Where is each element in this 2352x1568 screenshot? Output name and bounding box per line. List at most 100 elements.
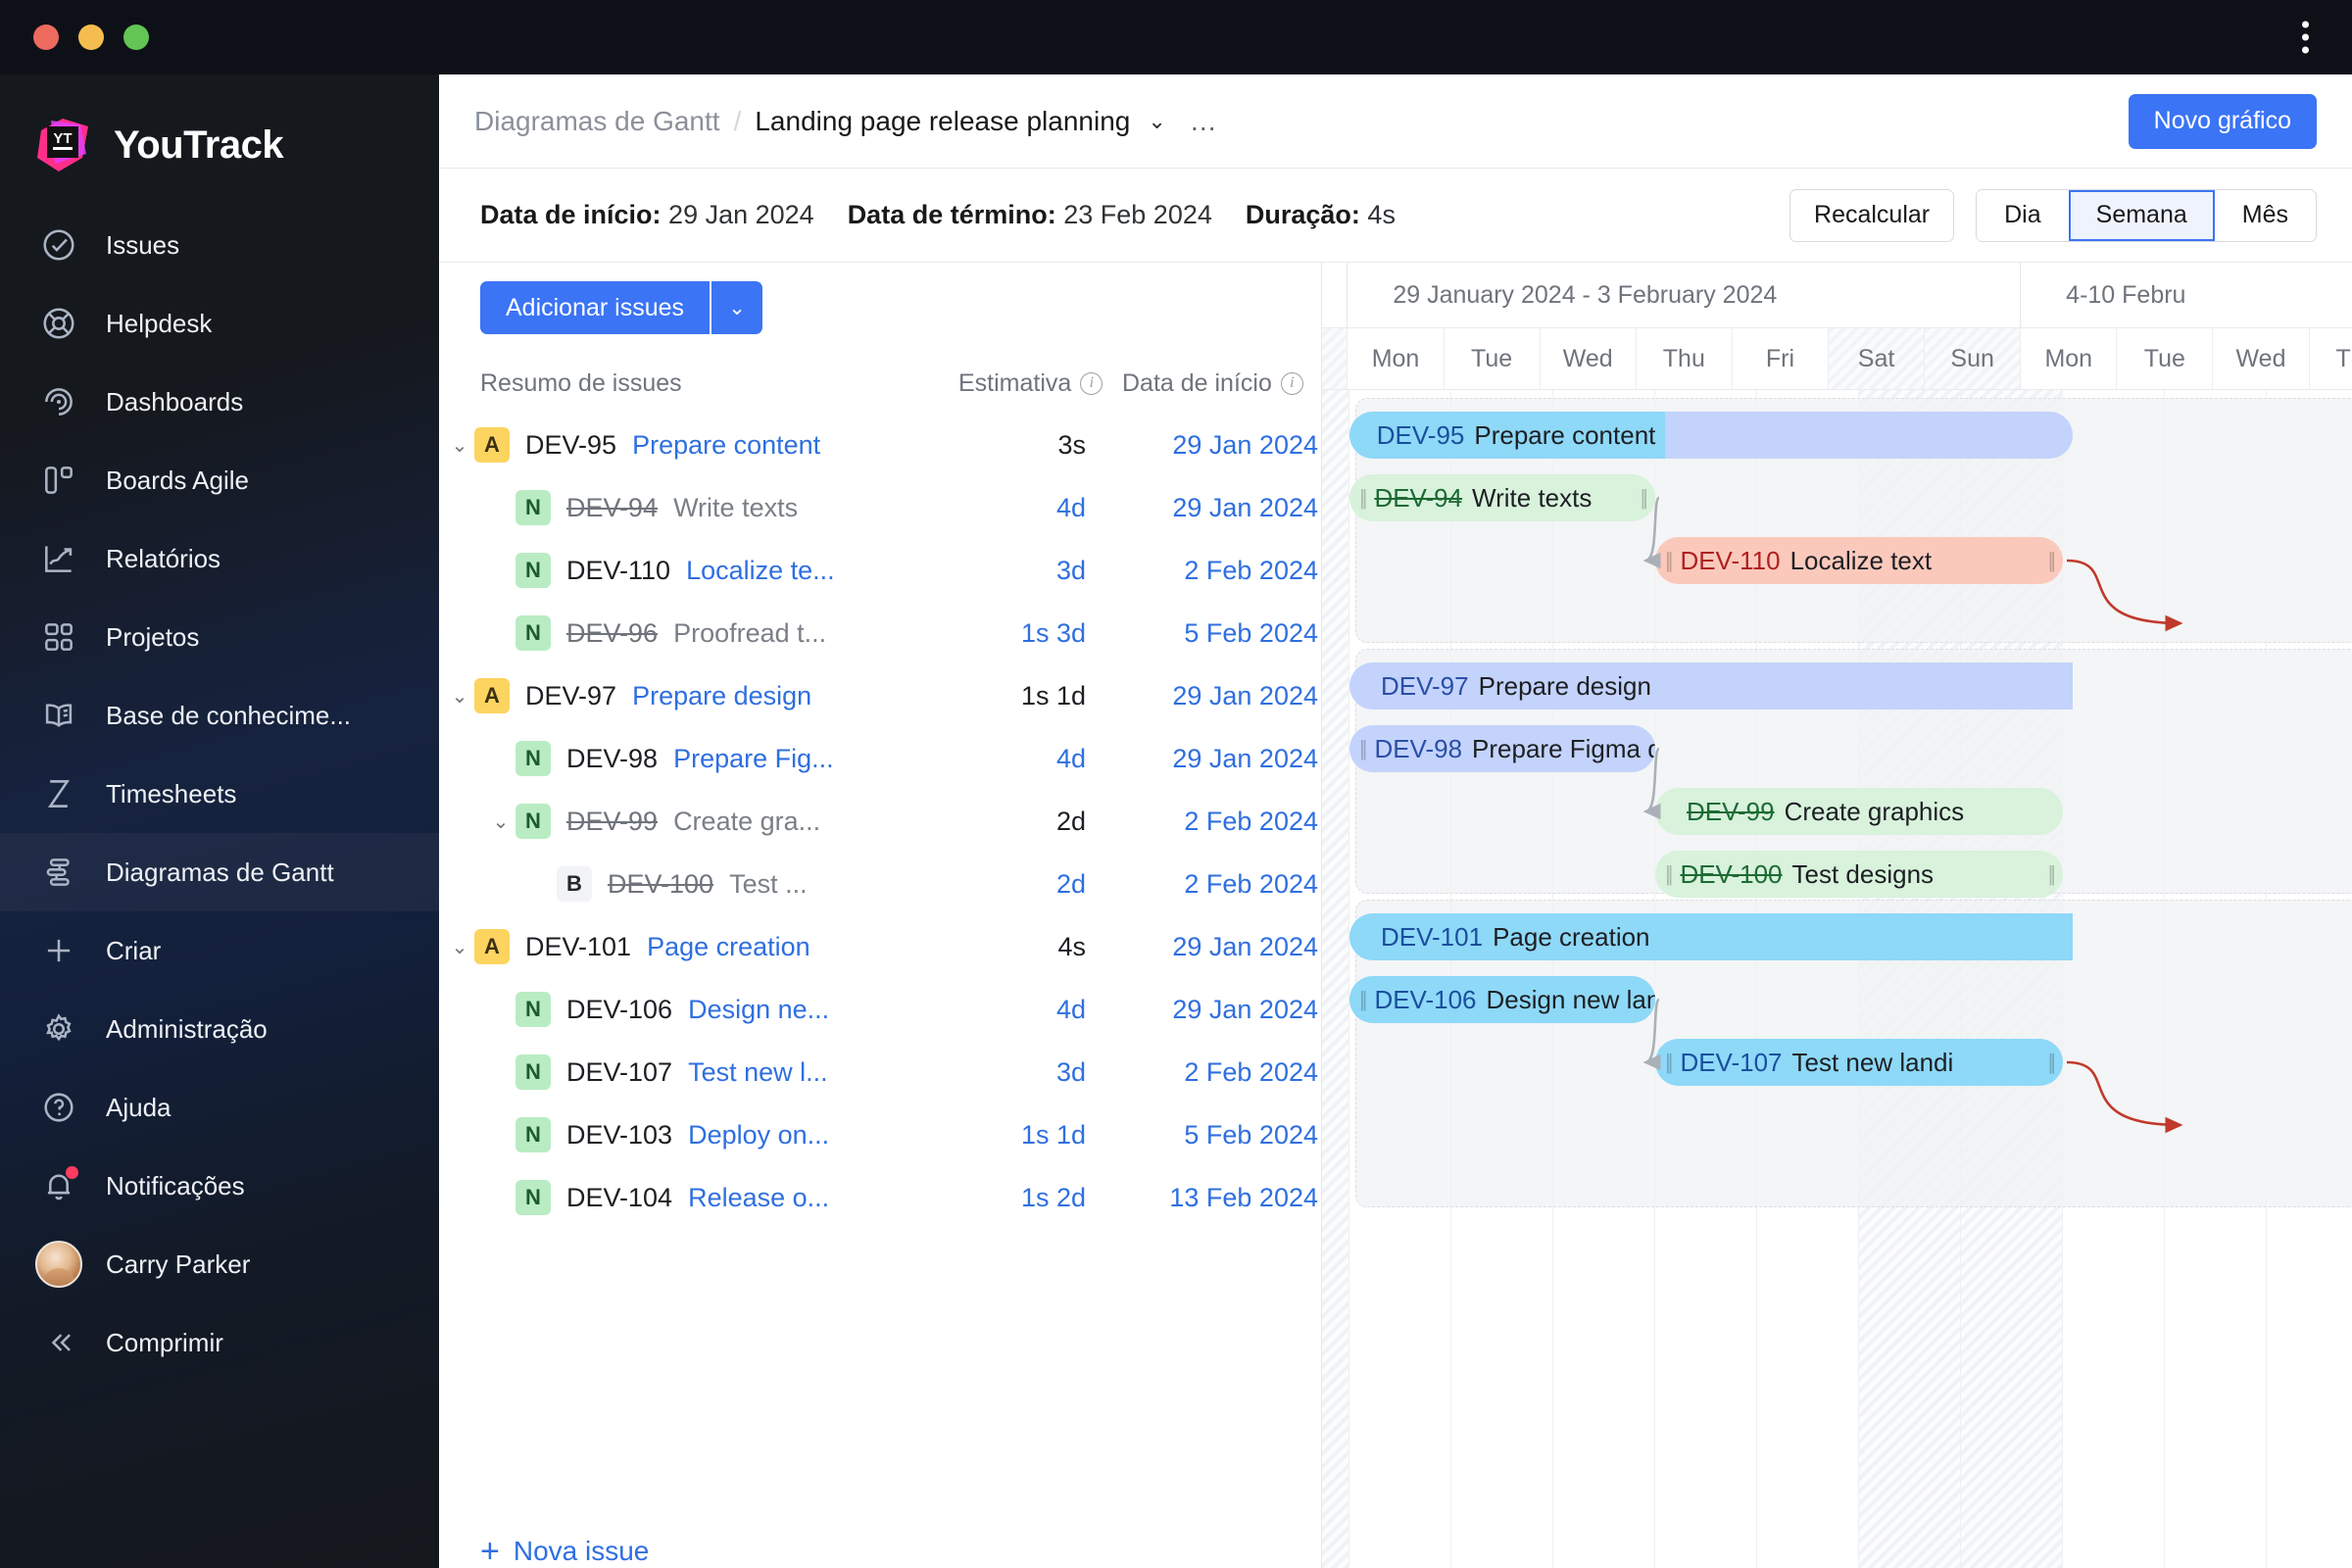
pane-divider[interactable]: [1321, 263, 1322, 1568]
gantt-bar[interactable]: ||DEV-98Prepare Figma dr...||: [1349, 725, 1655, 772]
minimize-window-button[interactable]: [78, 24, 104, 50]
issue-id[interactable]: DEV-97: [525, 681, 616, 711]
issue-id[interactable]: DEV-98: [566, 744, 658, 774]
sidebar-item-comprimir[interactable]: Comprimir: [0, 1303, 439, 1382]
table-row[interactable]: N DEV-98 Prepare Fig... 4d 29 Jan 2024: [439, 727, 1321, 790]
issue-start-date[interactable]: 29 Jan 2024: [1122, 744, 1318, 774]
issue-start-date[interactable]: 5 Feb 2024: [1122, 1120, 1318, 1151]
table-row[interactable]: ⌄ N DEV-99 Create gra... 2d 2 Feb 2024: [439, 790, 1321, 853]
sidebar-item-timesheets[interactable]: Timesheets: [0, 755, 439, 833]
issue-summary[interactable]: Release o...: [688, 1183, 829, 1213]
issue-id[interactable]: DEV-96: [566, 618, 658, 649]
page-title[interactable]: Landing page release planning: [755, 106, 1130, 137]
issue-start-date[interactable]: 2 Feb 2024: [1122, 869, 1318, 900]
issue-id[interactable]: DEV-95: [525, 430, 616, 461]
add-issues-button[interactable]: Adicionar issues: [480, 281, 710, 334]
sidebar-item-dashboards[interactable]: Dashboards: [0, 363, 439, 441]
new-issue-button[interactable]: + Nova issue: [480, 1535, 1321, 1568]
table-row[interactable]: ⌄ A DEV-95 Prepare content 3s 29 Jan 2024: [439, 414, 1321, 476]
issue-start-date[interactable]: 2 Feb 2024: [1122, 807, 1318, 837]
sidebar-item-administracao[interactable]: Administração: [0, 990, 439, 1068]
gantt-bar[interactable]: DEV-101 Page creation: [1349, 913, 2074, 960]
table-row[interactable]: N DEV-106 Design ne... 4d 29 Jan 2024: [439, 978, 1321, 1041]
table-row[interactable]: N DEV-107 Test new l... 3d 2 Feb 2024: [439, 1041, 1321, 1103]
gantt-bar-resize-handle[interactable]: ||: [1665, 548, 1674, 573]
gantt-chart-pane[interactable]: 29 January 2024 - 3 February 2024 4-10 Fe…: [1321, 263, 2352, 1568]
issue-start-date[interactable]: 29 Jan 2024: [1122, 681, 1318, 711]
table-row[interactable]: ⌄ A DEV-101 Page creation 4s 29 Jan 2024: [439, 915, 1321, 978]
timescale-option-mes[interactable]: Mês: [2214, 189, 2316, 241]
issue-estimate[interactable]: 2d: [958, 869, 1086, 900]
issue-start-date[interactable]: 29 Jan 2024: [1122, 430, 1318, 461]
gantt-bar-resize-handle[interactable]: ||: [2048, 1050, 2057, 1075]
issue-estimate[interactable]: 3d: [958, 556, 1086, 586]
gantt-bar-resize-handle[interactable]: ||: [2048, 548, 2057, 573]
issue-start-date[interactable]: 5 Feb 2024: [1122, 618, 1318, 649]
gantt-bar[interactable]: DEV-97 Prepare design: [1349, 662, 2074, 710]
gantt-bar[interactable]: || DEV-100 Test designs ||: [1655, 851, 2063, 898]
sidebar-item-issues[interactable]: Issues: [0, 206, 439, 284]
gantt-bar-resize-handle[interactable]: ||: [1359, 485, 1368, 511]
issue-summary[interactable]: Prepare design: [632, 681, 811, 711]
issue-estimate[interactable]: 1s 3d: [958, 618, 1086, 649]
gantt-bar[interactable]: DEV-95 Prepare content: [1349, 412, 1666, 459]
info-icon[interactable]: i: [1280, 371, 1303, 395]
table-row[interactable]: B DEV-100 Test ... 2d 2 Feb 2024: [439, 853, 1321, 915]
issue-id[interactable]: DEV-103: [566, 1120, 672, 1151]
sidebar-item-notificacoes[interactable]: Notificações: [0, 1147, 439, 1225]
issue-estimate[interactable]: 4s: [958, 932, 1086, 962]
gantt-bar-resize-handle[interactable]: ||: [1359, 987, 1368, 1012]
sidebar-item-base-de-conhecimento[interactable]: Base de conhecime...: [0, 676, 439, 755]
gantt-bar[interactable]: || DEV-94 Write texts ||: [1349, 474, 1655, 521]
sidebar-item-relatorios[interactable]: Relatórios: [0, 519, 439, 598]
issue-summary[interactable]: Localize te...: [686, 556, 835, 586]
sidebar-item-criar[interactable]: Criar: [0, 911, 439, 990]
sidebar-item-boards-agile[interactable]: Boards Agile: [0, 441, 439, 519]
issue-estimate[interactable]: 4d: [958, 995, 1086, 1025]
gantt-bar[interactable]: || DEV-110 Localize text ||: [1655, 537, 2063, 584]
issue-estimate[interactable]: 1s 1d: [958, 1120, 1086, 1151]
issue-start-date[interactable]: 2 Feb 2024: [1122, 556, 1318, 586]
issue-start-date[interactable]: 29 Jan 2024: [1122, 493, 1318, 523]
chevron-down-icon[interactable]: ⌄: [1144, 109, 1169, 134]
issue-id[interactable]: DEV-106: [566, 995, 672, 1025]
gantt-bar-resize-handle[interactable]: ||: [1359, 736, 1368, 761]
sidebar-item-ajuda[interactable]: Ajuda: [0, 1068, 439, 1147]
table-row[interactable]: N DEV-94 Write texts 4d 29 Jan 2024: [439, 476, 1321, 539]
gantt-bar-resize-handle[interactable]: ||: [2048, 861, 2057, 887]
issue-id[interactable]: DEV-101: [525, 932, 631, 962]
sidebar-item-user-profile[interactable]: Carry Parker: [0, 1225, 439, 1303]
chevron-down-icon[interactable]: ⌄: [445, 932, 474, 961]
table-row[interactable]: N DEV-104 Release o... 1s 2d 13 Feb 2024: [439, 1166, 1321, 1229]
issue-start-date[interactable]: 13 Feb 2024: [1122, 1183, 1318, 1213]
issue-estimate[interactable]: 4d: [958, 493, 1086, 523]
issue-summary[interactable]: Write texts: [673, 493, 798, 523]
issue-estimate[interactable]: 2d: [958, 807, 1086, 837]
issue-id[interactable]: DEV-99: [566, 807, 658, 837]
issue-estimate[interactable]: 3d: [958, 1057, 1086, 1088]
chevron-down-icon[interactable]: ⌄: [445, 681, 474, 710]
issue-summary[interactable]: Prepare Fig...: [673, 744, 834, 774]
gantt-bar[interactable]: DEV-99 Create graphics: [1655, 788, 2063, 835]
add-issues-caret-button[interactable]: ⌄: [711, 281, 763, 334]
gantt-bar-resize-handle[interactable]: ||: [1665, 1050, 1674, 1075]
issue-start-date[interactable]: 29 Jan 2024: [1122, 932, 1318, 962]
issue-estimate[interactable]: 3s: [958, 430, 1086, 461]
issue-estimate[interactable]: 1s 2d: [958, 1183, 1086, 1213]
issue-id[interactable]: DEV-100: [608, 869, 713, 900]
issue-start-date[interactable]: 29 Jan 2024: [1122, 995, 1318, 1025]
issue-start-date[interactable]: 2 Feb 2024: [1122, 1057, 1318, 1088]
gantt-bar-resize-handle[interactable]: ||: [1641, 485, 1649, 511]
sidebar-item-diagramas-de-gantt[interactable]: Diagramas de Gantt: [0, 833, 439, 911]
gantt-bar[interactable]: ||DEV-106Design new landi...||: [1349, 976, 1655, 1023]
new-chart-button[interactable]: Novo gráfico: [2128, 93, 2317, 149]
issue-summary[interactable]: Proofread t...: [673, 618, 826, 649]
timescale-option-dia[interactable]: Dia: [1977, 189, 2069, 241]
kebab-menu-icon[interactable]: [2302, 21, 2309, 54]
table-row[interactable]: ⌄ A DEV-97 Prepare design 1s 1d 29 Jan 2024: [439, 664, 1321, 727]
gantt-bar[interactable]: || DEV-107 Test new landi ||: [1655, 1039, 2063, 1086]
issue-summary[interactable]: Prepare content: [632, 430, 820, 461]
issue-summary[interactable]: Test ...: [729, 869, 808, 900]
recalculate-button[interactable]: Recalcular: [1789, 188, 1955, 242]
issue-id[interactable]: DEV-104: [566, 1183, 672, 1213]
